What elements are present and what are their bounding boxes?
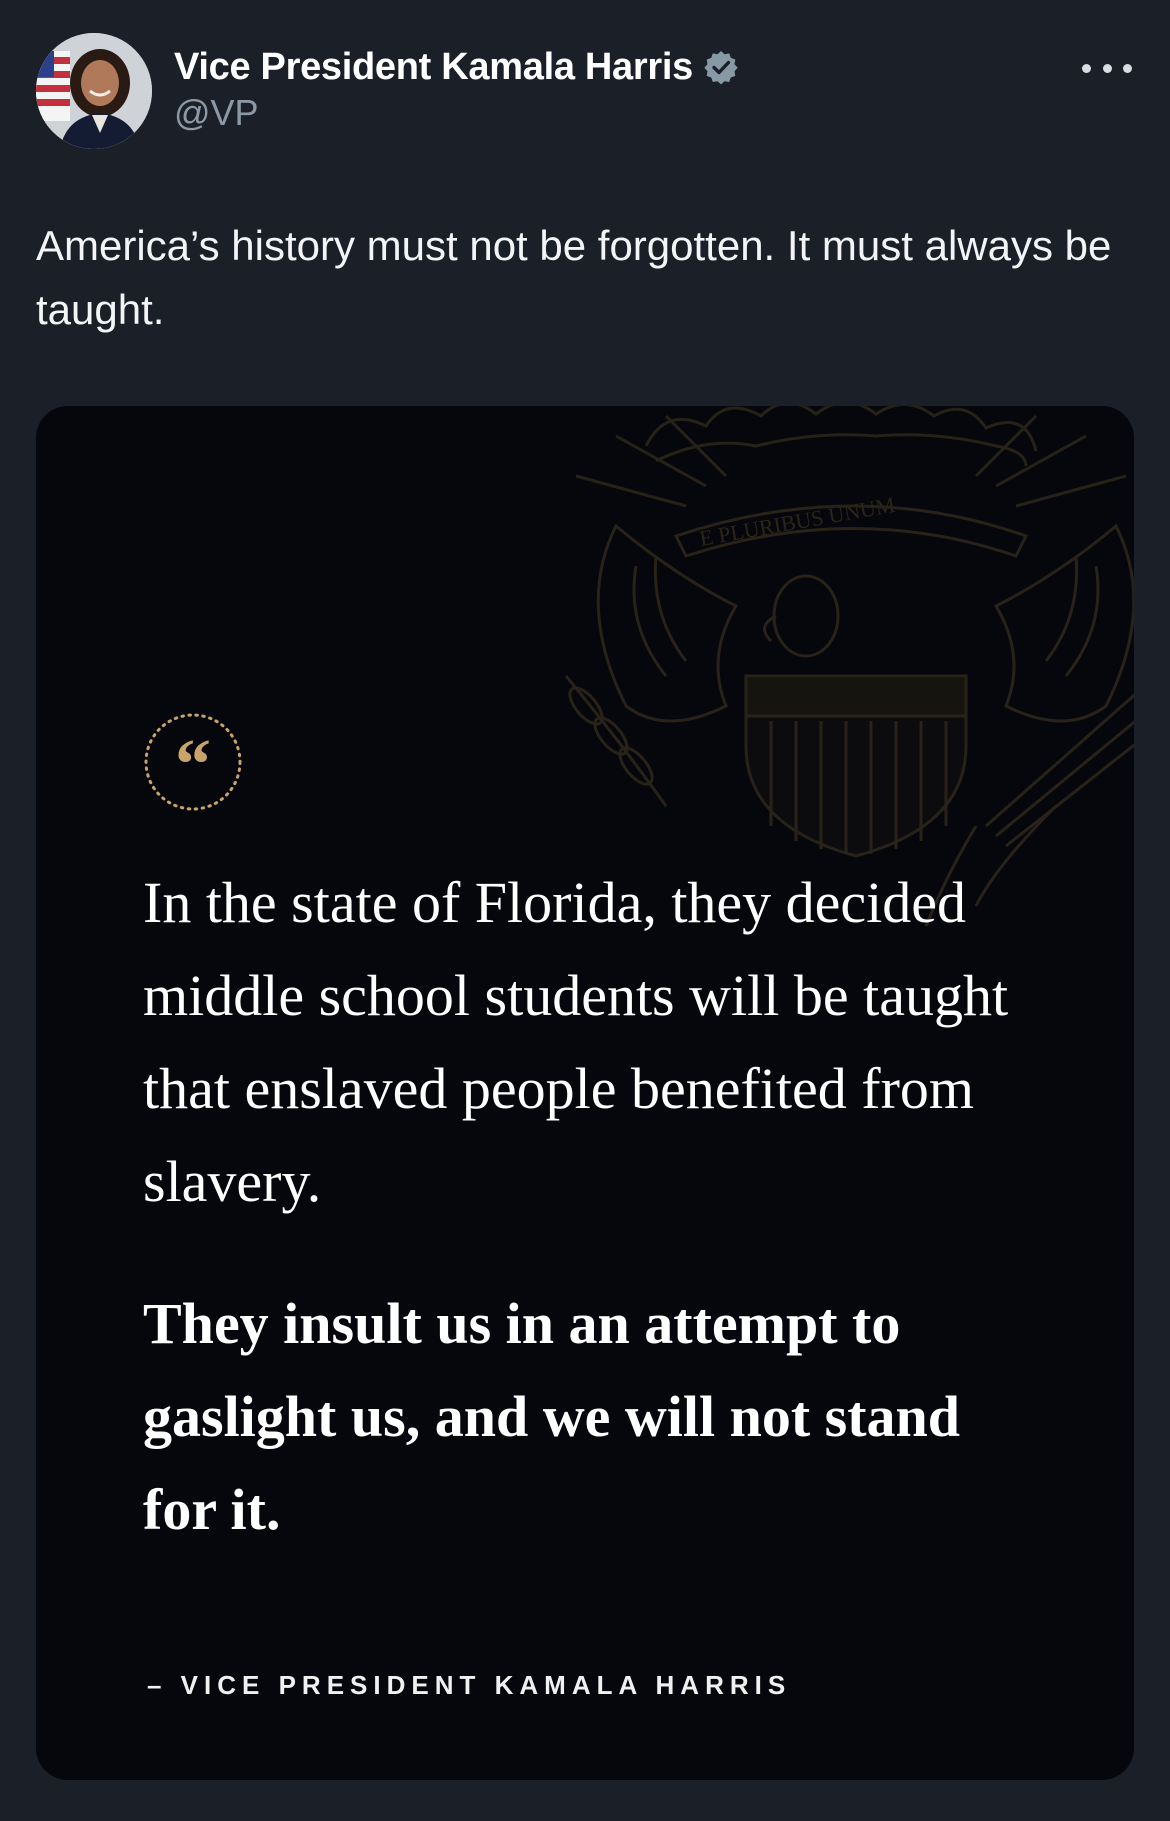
tweet-text: America’s history must not be forgotten.… xyxy=(36,222,1112,333)
more-dot xyxy=(1102,63,1112,73)
quote-attribution: – VICE PRESIDENT KAMALA HARRIS xyxy=(147,1670,792,1700)
more-options-icon[interactable] xyxy=(1082,50,1132,86)
avatar-image xyxy=(36,33,152,149)
tweet-header: Vice President Kamala Harris @VP xyxy=(0,0,1170,170)
tweet-media-image[interactable]: E PLURIBUS UNUM “ In the state of Florid… xyxy=(36,406,1134,1780)
quote-text-1: In the state of Florida, they decided mi… xyxy=(143,870,1009,1214)
quote-mark-glyph: “ xyxy=(175,724,211,804)
name-row: Vice President Kamala Harris xyxy=(174,44,739,90)
user-handle[interactable]: @VP xyxy=(174,92,259,134)
more-dot xyxy=(1123,63,1132,73)
quote-badge: “ xyxy=(143,712,243,812)
seal-motto: E PLURIBUS UNUM xyxy=(698,492,897,551)
verified-badge-icon xyxy=(704,51,738,85)
more-dot xyxy=(1082,63,1091,73)
display-name[interactable]: Vice President Kamala Harris xyxy=(174,46,693,89)
quote-text-2: They insult us in an attempt to gaslight… xyxy=(143,1291,961,1542)
avatar[interactable] xyxy=(36,33,152,149)
